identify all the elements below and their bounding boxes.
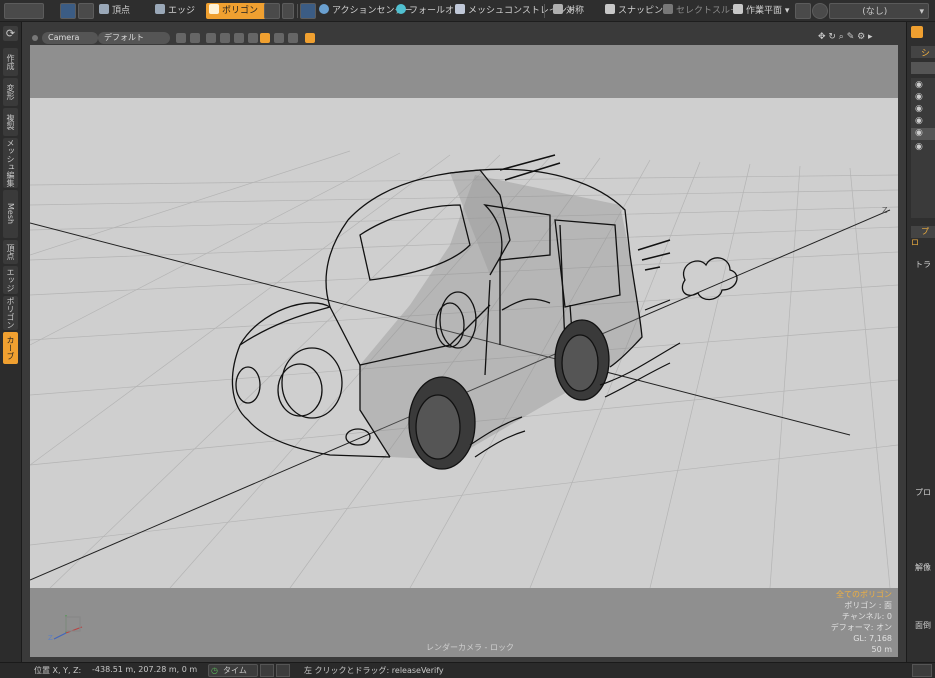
lighting-icon[interactable] (234, 33, 244, 43)
section-surface[interactable]: 面倒 (915, 620, 931, 631)
viewport-nav-icons[interactable]: ✥ ↻ ⌕ ✎ ⚙ ▸ (818, 32, 873, 42)
polygon-mode-button[interactable]: ポリゴン (206, 3, 266, 19)
lock-icon[interactable] (305, 33, 315, 43)
globe-icon[interactable] (812, 3, 828, 19)
chevron-down-icon: ▾ (919, 7, 924, 17)
edge-mode-button[interactable]: エッジ (152, 3, 198, 19)
info-line: ポリゴン : 面 (844, 601, 892, 610)
grid-icon[interactable] (190, 33, 200, 43)
mode-dropdown-arrow[interactable] (282, 3, 294, 19)
section-resolution[interactable]: 解像 (915, 562, 931, 573)
eye-icon[interactable]: ◉ (915, 128, 923, 138)
tab-duplicate[interactable]: 複製 (3, 108, 18, 136)
texture-icon[interactable] (220, 33, 230, 43)
snap-tool-icon[interactable] (795, 3, 811, 19)
viewport-info-overlay: 全てのポリゴン ポリゴン : 面 チャンネル: 0 デフォーマ: オン GL: … (831, 589, 892, 655)
vertex-mode-button[interactable]: 頂点 (96, 3, 133, 19)
material-mode-icon[interactable] (78, 3, 94, 19)
action-center-icon (319, 4, 329, 14)
3d-viewport[interactable]: Z Z 全てのポリゴン ポリゴン: 面 チャンネル: 0 デフォーマ: オン … (30, 45, 898, 657)
item-mode-icon[interactable] (60, 3, 76, 19)
panel-toolbar (911, 62, 935, 74)
wireframe-icon[interactable] (176, 33, 186, 43)
tab-deform[interactable]: 変形 (3, 78, 18, 106)
polygon-icon (209, 4, 219, 14)
eye-icon[interactable]: ◉ (915, 142, 923, 152)
properties-panel: シ ◉ ◉ ◉ ◉ ◉ ◉ プロ トラ プロ 解像 面倒 (906, 22, 935, 662)
work-plane-button[interactable]: 作業平面 ▾ (730, 3, 792, 19)
list-item-selected[interactable]: ◉ (911, 128, 935, 140)
tab-curve[interactable]: カーブ (3, 332, 18, 364)
section-transform[interactable]: トラ (915, 259, 931, 270)
tab-mesh-edit[interactable]: メッシュ編集 (3, 138, 18, 188)
falloff-icon (396, 4, 406, 14)
viewport-menu-icon[interactable] (32, 35, 38, 41)
work-plane-icon (733, 4, 743, 14)
info-line: 50 m (871, 645, 892, 654)
tab-edge[interactable]: エッジ (3, 266, 18, 294)
time-button[interactable]: ◷ タイム (208, 664, 258, 677)
separator (544, 4, 545, 18)
panel-icon[interactable] (911, 26, 923, 38)
user-icon[interactable] (260, 33, 270, 43)
action-center-toggle-icon[interactable] (300, 3, 316, 19)
info-title: 全てのポリゴン (836, 590, 892, 599)
separator (297, 4, 298, 18)
eye-icon[interactable]: ◉ (915, 92, 923, 102)
viewport-header: Camera デフォルト ✥ ↻ ⌕ ✎ ⚙ ▸ (30, 31, 898, 45)
viewport-canvas: Z Z (30, 98, 898, 642)
main-toolbar: 頂点 エッジ ポリゴン アクションセンター フォールオフ メッシュコンストレイン… (0, 0, 935, 22)
symmetry-icon (553, 4, 563, 14)
tab-create[interactable]: 作成 (3, 48, 18, 76)
mesh-constraint-icon (455, 4, 465, 14)
info-line: デフォーマ: オン (830, 623, 892, 632)
panel-tab-scene[interactable]: シ (911, 46, 935, 59)
tab-mesh-fusion[interactable]: Mesh Fusion (3, 190, 18, 238)
light-icon[interactable] (288, 33, 298, 43)
edge-icon (155, 4, 165, 14)
mesh-mode-icon[interactable] (264, 3, 280, 19)
command-icon[interactable] (912, 664, 932, 677)
camera-lock-label: レンダーカメラ - ロック (426, 643, 514, 652)
status-hint: 左 クリックとドラッグ: releaseVerify (304, 666, 444, 675)
status-bar: 位置 X, Y, Z: -438.51 m, 207.28 m, 0 m ◷ タイ… (0, 662, 935, 678)
info-line: チャンネル: 0 (841, 612, 892, 621)
timeline-toggle-icon[interactable] (260, 664, 274, 677)
tab-polygon[interactable]: ポリゴン (3, 296, 18, 330)
symmetry-button[interactable]: 対称 (550, 3, 587, 19)
select-through-icon (663, 4, 673, 14)
eye-icon[interactable]: ◉ (915, 104, 923, 114)
camera-selector[interactable]: Camera (42, 32, 98, 44)
shade-icon[interactable] (206, 33, 216, 43)
snapping-icon (605, 4, 615, 14)
gizmo-z-label: Z (48, 634, 53, 642)
tool-tabs-sidebar: ⟳ 作成 変形 複製 メッシュ編集 Mesh Fusion 頂点 エッジ ポリゴ… (0, 22, 22, 662)
render-icon[interactable] (274, 33, 284, 43)
playback-icon[interactable] (276, 664, 290, 677)
vertex-icon (99, 4, 109, 14)
eye-icon[interactable]: ◉ (915, 116, 923, 126)
z-axis-label: Z (882, 206, 888, 215)
layout-grip (4, 3, 44, 19)
clock-icon: ◷ (211, 666, 218, 675)
panel-tab-properties[interactable]: プロ (911, 226, 935, 247)
axis-gizmo (53, 615, 83, 640)
item-list[interactable]: ◉ ◉ ◉ ◉ ◉ ◉ (911, 78, 935, 218)
refresh-icon[interactable]: ⟳ (3, 26, 18, 41)
eye-icon[interactable]: ◉ (915, 80, 923, 90)
info-line: GL: 7,168 (853, 634, 892, 643)
section-profile[interactable]: プロ (915, 487, 931, 498)
shading-selector[interactable]: デフォルト (98, 32, 170, 44)
position-label: 位置 X, Y, Z: (34, 666, 82, 675)
tab-vertex[interactable]: 頂点 (3, 240, 18, 264)
reflection-icon[interactable] (248, 33, 258, 43)
preset-dropdown[interactable]: (なし) ▾ (829, 3, 929, 19)
position-value: -438.51 m, 207.28 m, 0 m (92, 665, 198, 674)
